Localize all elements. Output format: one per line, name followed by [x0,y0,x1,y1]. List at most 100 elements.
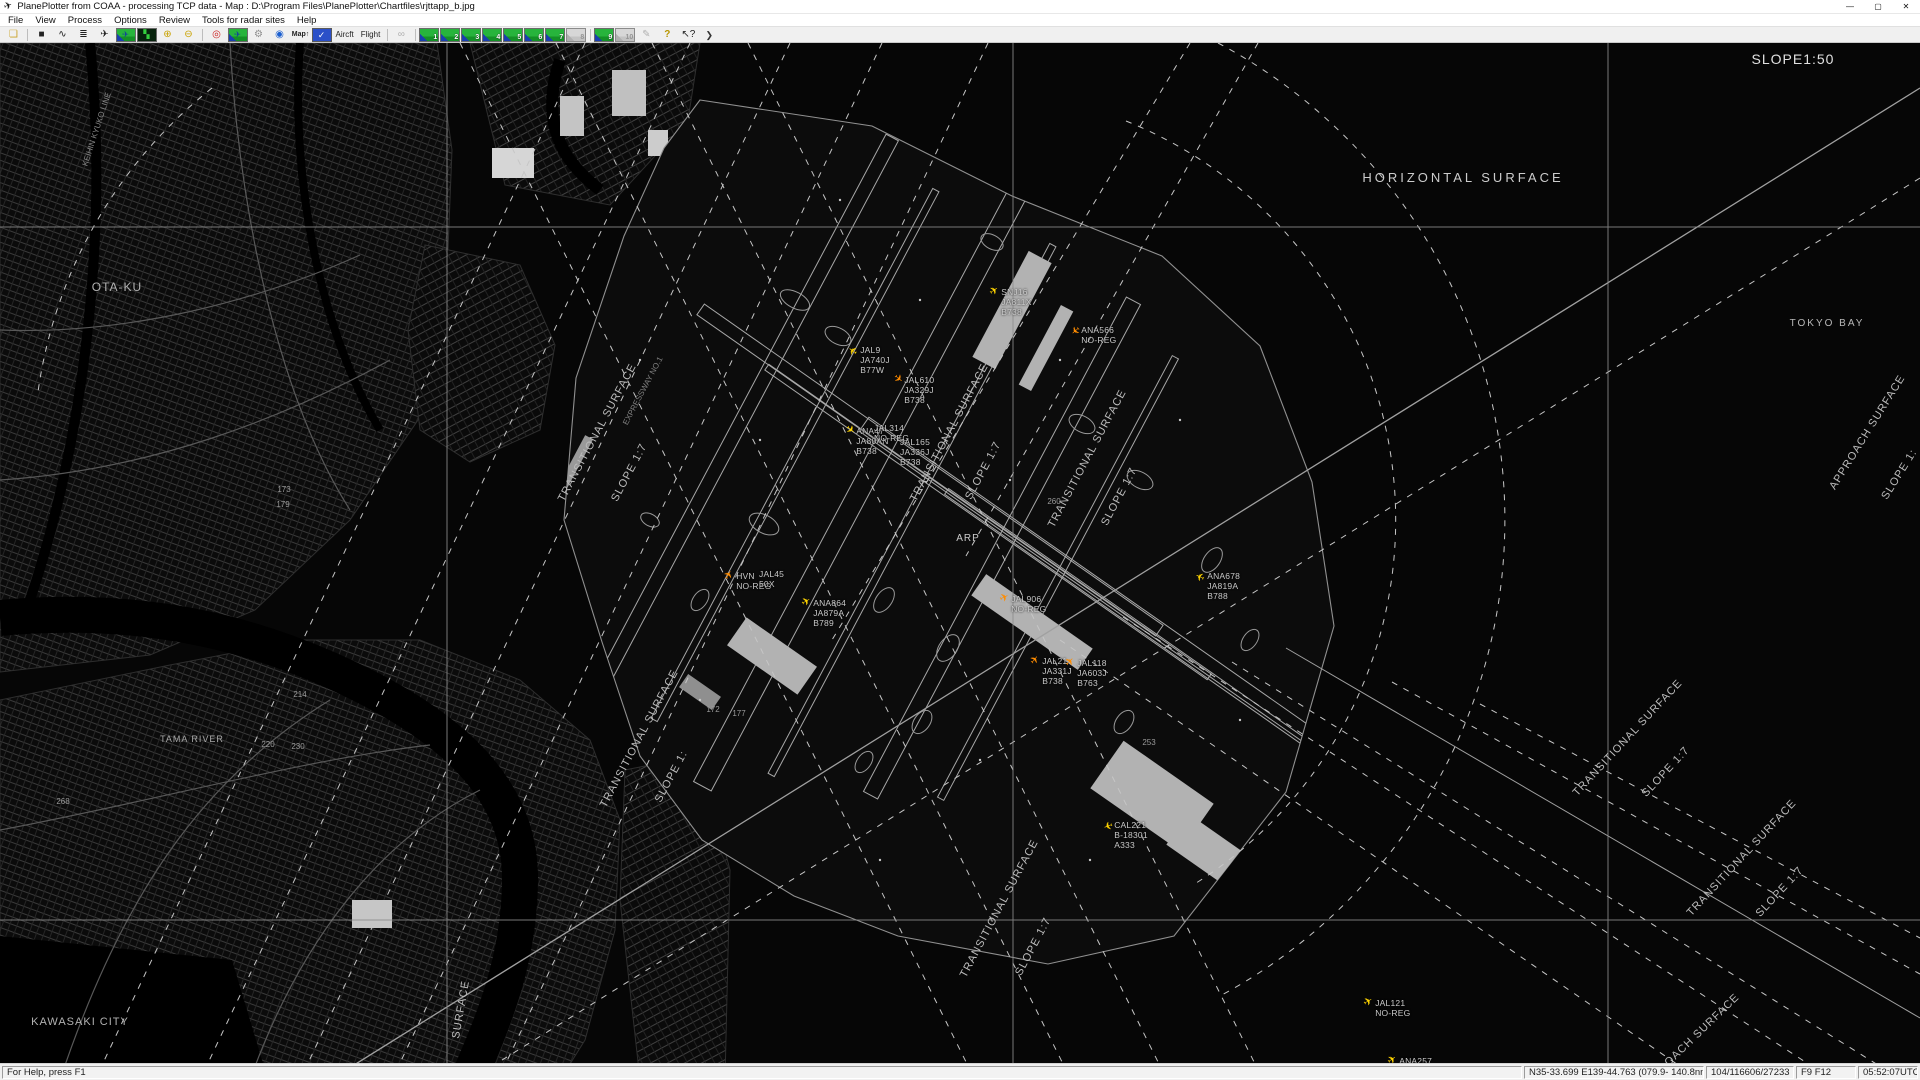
aircraft-label-text: ANA566NO-REG [1081,325,1116,345]
menubar: FileViewProcessOptionsReviewTools for ra… [0,14,1920,27]
menu-tools-for-radar-sites[interactable]: Tools for radar sites [196,15,291,26]
aircraft-view-button[interactable]: ✈ [95,28,115,42]
map-7-button[interactable]: 7 [545,28,565,42]
replay-icon: ✈ [234,30,241,40]
signal-button[interactable]: ∿ [53,28,73,42]
map-5-button[interactable]: 5 [503,28,523,42]
toolbar: ❏ ■ ∿ ≣ ✈ ✈ ▚ ⊕ ⊖ ◎ ✈ ⚙ ◉Map↑✓AircftFlight ∞ 123456789… [0,27,1920,43]
status-help-text: For Help, press F1 [2,1066,1522,1079]
map-view[interactable]: SLOPE1:50HORIZONTAL SURFACETOKYO BAYOTA-… [0,0,1920,1080]
status-counters: 104/116606/27233 [1706,1066,1794,1079]
aircraft-icon: ✈ [847,343,860,356]
open-file-icon: ❏ [9,30,18,40]
aircraft-jal121[interactable]: ✈JAL121NO-REG [1364,998,1410,1018]
chart-view-button[interactable]: ✈ [116,28,136,42]
aircraft-label-text: JAL118JA603JB763 [1077,658,1107,688]
aircraft-jal118[interactable]: ✈JAL118JA603JB763 [1066,658,1107,688]
map-upload-button[interactable]: Map↑ [291,28,311,42]
dark-chart-button[interactable]: ▚ [137,28,157,42]
chart-view-icon: ✈ [122,30,129,40]
help-button[interactable]: ? [657,28,677,42]
globe-button[interactable]: ◉ [270,28,290,42]
toolbar-separator [387,29,388,41]
aircraft-label-text: SNJ16JA811XB738 [1001,287,1031,317]
context-help-button[interactable]: ↖? [678,28,698,42]
status-utc-time: 05:52:07UTC [1858,1066,1918,1079]
minimize-button[interactable]: — [1836,0,1864,13]
aircraft-icon: ✈ [723,569,735,581]
menu-view[interactable]: View [29,15,61,26]
draw-button[interactable]: ✎ [636,28,656,42]
titlebar: ✈ PlanePlotter from COAA - processing TC… [0,0,1920,14]
map-3-button[interactable]: 3 [461,28,481,42]
aircraft-icon: ✈ [1029,654,1042,667]
open-file-button[interactable]: ❏ [4,28,24,42]
aircraft-cal221[interactable]: ✈CAL221B-18301A333 [1103,820,1148,850]
help-icon: ? [664,30,670,40]
aircraft-label-text: CAL221B-18301A333 [1114,820,1148,850]
menu-help[interactable]: Help [291,15,323,26]
replay-button[interactable]: ✈ [228,28,248,42]
map-10-button[interactable]: 10 [615,28,635,42]
edit-mode-button[interactable]: ✓ [312,28,332,42]
aircraft-jal9[interactable]: ✈JAL9JA740JB77W [849,345,890,375]
status-function-keys: F9 F12 [1796,1066,1856,1079]
app-icon: ✈ [2,0,14,13]
binoculars-icon: ∞ [398,30,405,40]
map-6-button[interactable]: 6 [524,28,544,42]
aircraft-ana678[interactable]: ✈ANA678JA819AB788 [1196,571,1240,601]
aircraft-icon: ✈ [1195,569,1207,581]
aircraft-jal610[interactable]: ✈JAL610JA329JB738 [893,375,934,405]
aircft-button[interactable]: Aircft [333,28,357,42]
tools-button[interactable]: ⚙ [249,28,269,42]
binoculars-button[interactable]: ∞ [391,28,411,42]
map-9-button[interactable]: 9 [594,28,614,42]
aircraft-ana864[interactable]: ✈ANA864JA879AB789 [802,598,846,628]
zoom-in-icon: ⊕ [163,30,171,40]
window-title: PlanePlotter from COAA - processing TCP … [17,1,474,12]
map-8-button[interactable]: 8 [566,28,586,42]
zoom-out-icon: ⊖ [184,30,192,40]
aircraft-label-text: ANA678JA819AB788 [1207,571,1240,601]
aircraft-view-icon: ✈ [100,30,108,40]
aircraft-icon: ✈ [1362,996,1374,1008]
map-1-button[interactable]: 1 [419,28,439,42]
close-button[interactable]: ✕ [1892,0,1920,13]
aircraft-label-text: JAL9JA740JB77W [860,345,890,375]
tools-icon: ⚙ [254,30,263,40]
zoom-out-button[interactable]: ⊖ [179,28,199,42]
aircraft-icon: ✈ [891,373,904,386]
aircraft-jal165[interactable]: JAL165JA336JB738 [900,437,930,467]
aircraft-jal45[interactable]: JAL4550X [759,569,784,589]
aircraft-jal906[interactable]: ✈JAL906NO-REG [1000,594,1046,614]
aircraft-icon: ✈ [843,424,856,437]
aircraft-icon: ✈ [1102,819,1114,831]
more-buttons-button[interactable]: ❯ [699,28,719,42]
aircraft-label-text: JAL121NO-REG [1375,998,1410,1018]
signal-icon: ∿ [58,30,66,40]
map-4-button[interactable]: 4 [482,28,502,42]
toolbar-separator [590,29,591,41]
aircraft-icon: ✈ [1068,323,1081,336]
map-2-button[interactable]: 2 [440,28,460,42]
flight-button[interactable]: Flight [358,28,384,42]
aircraft-icon: ✈ [800,596,812,608]
menu-file[interactable]: File [2,15,29,26]
maximize-button[interactable]: ▢ [1864,0,1892,13]
record-button[interactable]: ◎ [207,28,227,42]
aircraft-ana566[interactable]: ✈ANA566NO-REG [1070,325,1116,345]
stop-button[interactable]: ■ [32,28,52,42]
aircraft-snj16[interactable]: ✈SNJ16JA811XB738 [990,287,1032,317]
menu-options[interactable]: Options [108,15,153,26]
list-button[interactable]: ≣ [74,28,94,42]
aircraft-layer: ✈SNJ16JA811XB738✈ANA566NO-REG✈JAL9JA740J… [0,0,1920,1080]
zoom-in-button[interactable]: ⊕ [158,28,178,42]
aircraft-label-text: JAL4550X [759,569,784,589]
stop-icon: ■ [38,30,44,40]
aircraft-icon: ✈ [1064,656,1077,669]
toolbar-separator [415,29,416,41]
list-icon: ≣ [79,30,87,40]
menu-process[interactable]: Process [62,15,108,26]
menu-review[interactable]: Review [153,15,196,26]
mores-button-icon: ❯ [706,30,714,40]
